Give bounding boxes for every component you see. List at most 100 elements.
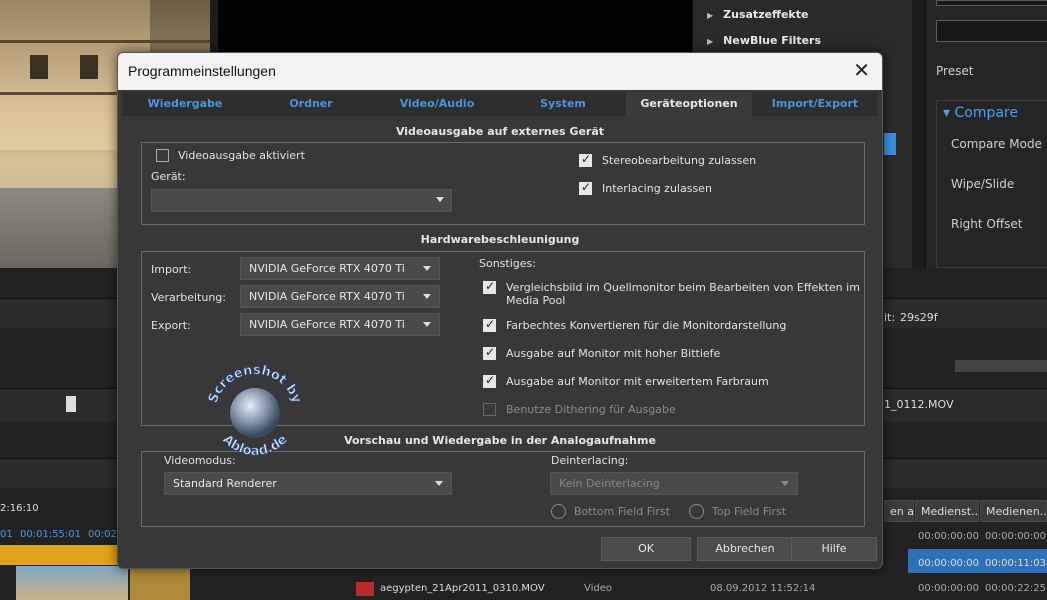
tree-item[interactable]: ▶ Zusatzeffekte xyxy=(707,8,808,21)
color-convert-checkbox[interactable] xyxy=(483,317,496,332)
tab-content: Videoausgabe auf externes Gerät Videoaus… xyxy=(122,116,878,566)
video-output-label: Videoausgabe aktiviert xyxy=(178,149,305,162)
high-bitdepth-checkbox[interactable] xyxy=(483,345,496,360)
video-file-icon xyxy=(356,582,374,596)
chevron-down-icon xyxy=(436,197,444,202)
compare-group: ▾ Compare Compare Mode Wipe/Slide Right … xyxy=(936,100,1047,268)
chevron-down-icon xyxy=(423,266,431,271)
row-time: 00:00:11:03 xyxy=(985,558,1047,569)
expand-triangle-icon: ▶ xyxy=(707,37,714,46)
watermark-stamp: Screenshot by Abload.de xyxy=(205,362,304,459)
import-label: Import: xyxy=(151,263,192,276)
compare-image-label-line2: Media Pool xyxy=(506,294,566,307)
video-mode-select[interactable]: Standard Renderer xyxy=(164,472,452,495)
wipe-slide-item[interactable]: Wipe/Slide xyxy=(951,177,1014,191)
color-convert-label: Farbechtes Konvertieren für die Monitord… xyxy=(506,319,787,332)
row-date: 08.09.2012 11:52:14 xyxy=(710,583,816,594)
interlacing-label: Interlacing zulassen xyxy=(602,182,712,195)
tab-bar: Wiedergabe Ordner Video/Audio System Ger… xyxy=(122,92,878,116)
tab-geraeteoptionen[interactable]: Geräteoptionen xyxy=(626,92,752,116)
balcony-rail xyxy=(0,40,210,43)
ok-button[interactable]: OK xyxy=(601,537,691,561)
row-type: Video xyxy=(584,583,613,594)
device-select-arrow xyxy=(151,189,452,212)
right-offset-item[interactable]: Right Offset xyxy=(951,217,1022,231)
help-button[interactable]: Hilfe xyxy=(791,537,877,561)
deinterlacing-select[interactable]: Kein Deinterlacing xyxy=(550,472,798,495)
row-filename[interactable]: aegypten_21Apr2011_0310.MOV xyxy=(380,583,545,594)
property-field[interactable] xyxy=(936,20,1047,42)
export-label: Export: xyxy=(151,319,191,332)
chevron-down-icon xyxy=(435,481,443,486)
chevron-down-icon xyxy=(423,294,431,299)
high-bitdepth-label: Ausgabe auf Monitor mit hoher Bittiefe xyxy=(506,347,721,360)
expand-triangle-icon: ▶ xyxy=(707,11,714,20)
section-title-external: Videoausgabe auf externes Gerät xyxy=(395,125,605,138)
tree-item[interactable]: ▶ NewBlue Filters xyxy=(707,34,821,47)
cancel-button[interactable]: Abbrechen xyxy=(697,537,793,561)
wide-gamut-label: Ausgabe auf Monitor mit erweitertem Farb… xyxy=(506,375,769,388)
row-time: 00:00:00:00 xyxy=(918,531,980,542)
bottom-field-label: Bottom Field First xyxy=(574,505,670,518)
tab-import-export[interactable]: Import/Export xyxy=(752,92,878,116)
file-name-partial: 1_0112.MOV xyxy=(884,398,954,411)
external-device-group: Videoausgabe aktiviert Gerät: Stereobear… xyxy=(141,142,865,225)
row-time: 00:00:22:25 xyxy=(985,583,1047,594)
compare-image-checkbox[interactable] xyxy=(483,279,496,294)
tab-video-audio[interactable]: Video/Audio xyxy=(374,92,500,116)
column-header[interactable]: Medienen... xyxy=(980,500,1047,522)
ruler-time: 00:01:55:01 xyxy=(20,529,82,540)
stereo-checkbox[interactable] xyxy=(579,152,592,167)
property-field[interactable] xyxy=(936,0,1047,6)
export-gpu-select[interactable]: NVIDIA GeForce RTX 4070 Ti xyxy=(240,313,440,336)
window-shape xyxy=(80,55,98,79)
misc-label: Sonstiges: xyxy=(479,257,536,270)
column-header[interactable]: Medienst... xyxy=(915,500,979,522)
top-field-radio[interactable] xyxy=(689,504,704,519)
column-header[interactable]: en am xyxy=(884,500,914,522)
chevron-down-icon xyxy=(781,481,789,486)
video-output-checkbox[interactable] xyxy=(156,149,169,162)
close-icon[interactable]: ✕ xyxy=(853,59,870,81)
compare-title[interactable]: ▾ Compare xyxy=(943,105,1018,121)
ruler-time: 00:02 xyxy=(88,529,117,540)
row-time: 00:00:00:00 xyxy=(918,583,980,594)
playhead-handle[interactable] xyxy=(66,396,76,412)
interlacing-checkbox[interactable] xyxy=(579,180,592,195)
tab-wiedergabe[interactable]: Wiedergabe xyxy=(122,92,248,116)
dialog-titlebar[interactable]: Programmeinstellungen ✕ xyxy=(118,53,882,90)
length-label: it: xyxy=(884,311,896,324)
section-title-hw: Hardwarebeschleunigung xyxy=(420,233,580,246)
window-shape xyxy=(30,55,48,79)
bottom-field-radio[interactable] xyxy=(551,504,566,519)
zoom-slider[interactable] xyxy=(955,360,1047,372)
tab-system[interactable]: System xyxy=(500,92,626,116)
timecode-readout: 2:16:10 xyxy=(0,503,39,514)
processing-gpu-select[interactable]: NVIDIA GeForce RTX 4070 Ti xyxy=(240,285,440,308)
length-value: 29s29f xyxy=(900,311,938,324)
compare-image-label: Vergleichsbild im Quellmonitor beim Bear… xyxy=(506,281,860,294)
dithering-label: Benutze Dithering für Ausgabe xyxy=(506,403,676,416)
row-time: 00:00:00:00 xyxy=(985,531,1047,542)
device-label: Gerät: xyxy=(151,170,186,183)
program-monitor xyxy=(218,0,692,52)
ruler-time: 01 xyxy=(0,529,13,540)
dithering-checkbox[interactable] xyxy=(483,403,496,416)
properties-panel: Preset ▾ Compare Compare Mode Wipe/Slide… xyxy=(925,0,1047,268)
import-gpu-select[interactable]: NVIDIA GeForce RTX 4070 Ti xyxy=(240,257,440,280)
row-time: 00:00:00:00 xyxy=(918,558,980,569)
stereo-label: Stereobearbeitung zulassen xyxy=(602,154,757,167)
top-field-label: Top Field First xyxy=(712,505,787,518)
compare-mode-item[interactable]: Compare Mode xyxy=(951,137,1042,151)
processing-label: Verarbeitung: xyxy=(151,291,226,304)
clip-thumbnail xyxy=(16,566,128,600)
deinterlacing-label: Deinterlacing: xyxy=(551,454,629,467)
tab-ordner[interactable]: Ordner xyxy=(248,92,374,116)
scrollbar-thumb[interactable] xyxy=(884,133,896,155)
wide-gamut-checkbox[interactable] xyxy=(483,373,496,388)
dialog-title: Programmeinstellungen xyxy=(128,63,276,79)
preset-label: Preset xyxy=(936,64,974,78)
clip-thumbnail xyxy=(130,566,190,600)
globe-icon xyxy=(230,388,280,438)
chevron-down-icon xyxy=(423,322,431,327)
